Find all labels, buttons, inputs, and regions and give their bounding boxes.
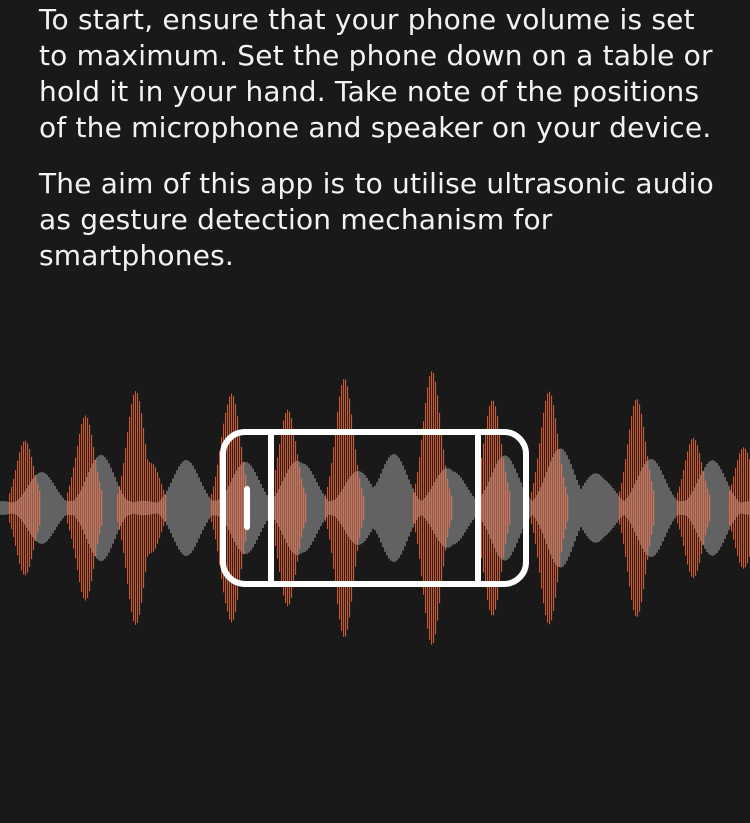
app-description-paragraph: The aim of this app is to utilise ultras… <box>39 167 714 272</box>
instructions: To start, ensure that your phone volume … <box>39 2 729 274</box>
soundwave-phone-icon <box>0 371 750 645</box>
soundwave-phone-illustration <box>0 350 750 670</box>
phone-icon <box>220 429 529 587</box>
instruction-paragraph: To start, ensure that your phone volume … <box>39 3 713 144</box>
soundwave-graphic <box>0 371 750 645</box>
